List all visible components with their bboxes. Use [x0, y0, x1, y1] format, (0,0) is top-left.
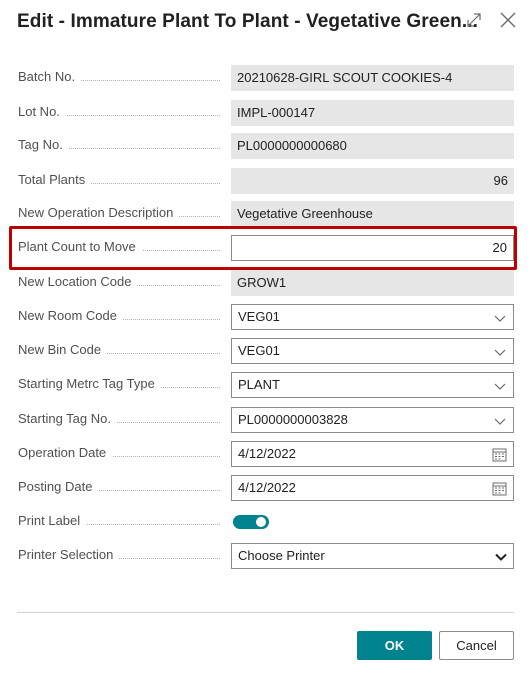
starting-metrc-tag-type-row: Starting Metrc Tag Type PLANT	[17, 372, 514, 398]
printer-selection-value: Choose Printer	[238, 548, 325, 563]
printer-selection-row: Printer Selection Choose Printer	[17, 543, 514, 569]
operation-date-input[interactable]: 4/12/2022	[231, 441, 514, 467]
starting-tag-no-label: Starting Tag No.	[18, 411, 228, 429]
title-actions	[464, 10, 518, 30]
dialog-title: Edit - Immature Plant To Plant - Vegetat…	[17, 11, 478, 32]
plant-count-to-move-input[interactable]: 20	[231, 235, 514, 261]
starting-tag-no-dropdown[interactable]: PL0000000003828	[231, 407, 514, 433]
cancel-button[interactable]: Cancel	[439, 631, 514, 660]
close-icon[interactable]	[498, 10, 518, 30]
plant-count-to-move-label: Plant Count to Move	[18, 239, 228, 257]
dialog-title-bar: Edit - Immature Plant To Plant - Vegetat…	[17, 8, 518, 36]
posting-date-row: Posting Date 4/12/2022	[17, 475, 514, 501]
tag-no-label: Tag No.	[18, 137, 228, 155]
new-operation-description-row: New Operation Description Vegetative Gre…	[17, 201, 514, 227]
footer-divider	[17, 612, 514, 613]
lot-no-label: Lot No.	[18, 104, 228, 122]
chevron-down-icon[interactable]	[494, 550, 508, 564]
calendar-icon[interactable]	[492, 447, 507, 462]
total-plants-value: 96	[231, 168, 514, 194]
print-label-label: Print Label	[18, 513, 228, 531]
new-location-code-label: New Location Code	[18, 274, 228, 292]
toggle-knob	[256, 517, 266, 527]
tag-no-value: PL0000000000680	[231, 133, 514, 159]
posting-date-input[interactable]: 4/12/2022	[231, 475, 514, 501]
plant-count-to-move-row: Plant Count to Move 20	[17, 235, 514, 261]
starting-tag-no-row: Starting Tag No. PL0000000003828	[17, 407, 514, 433]
batch-no-row: Batch No. 20210628-GIRL SCOUT COOKIES-4	[17, 65, 514, 91]
new-bin-code-value: VEG01	[238, 343, 280, 358]
chevron-down-icon[interactable]	[493, 311, 507, 325]
chevron-down-icon[interactable]	[493, 345, 507, 359]
starting-metrc-tag-type-label: Starting Metrc Tag Type	[18, 376, 228, 394]
total-plants-row: Total Plants 96	[17, 168, 514, 194]
posting-date-label: Posting Date	[18, 479, 228, 497]
posting-date-value: 4/12/2022	[238, 480, 296, 495]
starting-metrc-tag-type-value: PLANT	[238, 377, 280, 392]
new-location-code-value: GROW1	[231, 270, 514, 296]
new-bin-code-row: New Bin Code VEG01	[17, 338, 514, 364]
printer-selection-label: Printer Selection	[18, 547, 228, 565]
new-location-code-row: New Location Code GROW1	[17, 270, 514, 296]
total-plants-label: Total Plants	[18, 172, 228, 190]
edit-dialog: Edit - Immature Plant To Plant - Vegetat…	[0, 0, 532, 678]
batch-no-label: Batch No.	[18, 69, 228, 87]
chevron-down-icon[interactable]	[493, 379, 507, 393]
new-room-code-value: VEG01	[238, 309, 280, 324]
printer-selection-select[interactable]: Choose Printer	[231, 543, 514, 569]
tag-no-row: Tag No. PL0000000000680	[17, 133, 514, 159]
operation-date-row: Operation Date 4/12/2022	[17, 441, 514, 467]
new-room-code-row: New Room Code VEG01	[17, 304, 514, 330]
lot-no-value: IMPL-000147	[231, 100, 514, 126]
ok-button[interactable]: OK	[357, 631, 432, 660]
expand-icon[interactable]	[464, 10, 484, 30]
new-room-code-dropdown[interactable]: VEG01	[231, 304, 514, 330]
new-room-code-label: New Room Code	[18, 308, 228, 326]
starting-metrc-tag-type-dropdown[interactable]: PLANT	[231, 372, 514, 398]
new-bin-code-dropdown[interactable]: VEG01	[231, 338, 514, 364]
operation-date-label: Operation Date	[18, 445, 228, 463]
starting-tag-no-value: PL0000000003828	[238, 412, 348, 427]
new-operation-description-label: New Operation Description	[18, 205, 228, 223]
operation-date-value: 4/12/2022	[238, 446, 296, 461]
new-operation-description-value: Vegetative Greenhouse	[231, 201, 514, 227]
calendar-icon[interactable]	[492, 481, 507, 496]
chevron-down-icon[interactable]	[493, 414, 507, 428]
new-bin-code-label: New Bin Code	[18, 342, 228, 360]
batch-no-value: 20210628-GIRL SCOUT COOKIES-4	[231, 65, 514, 91]
print-label-toggle[interactable]	[233, 515, 269, 529]
print-label-row: Print Label	[17, 509, 514, 535]
lot-no-row: Lot No. IMPL-000147	[17, 100, 514, 126]
